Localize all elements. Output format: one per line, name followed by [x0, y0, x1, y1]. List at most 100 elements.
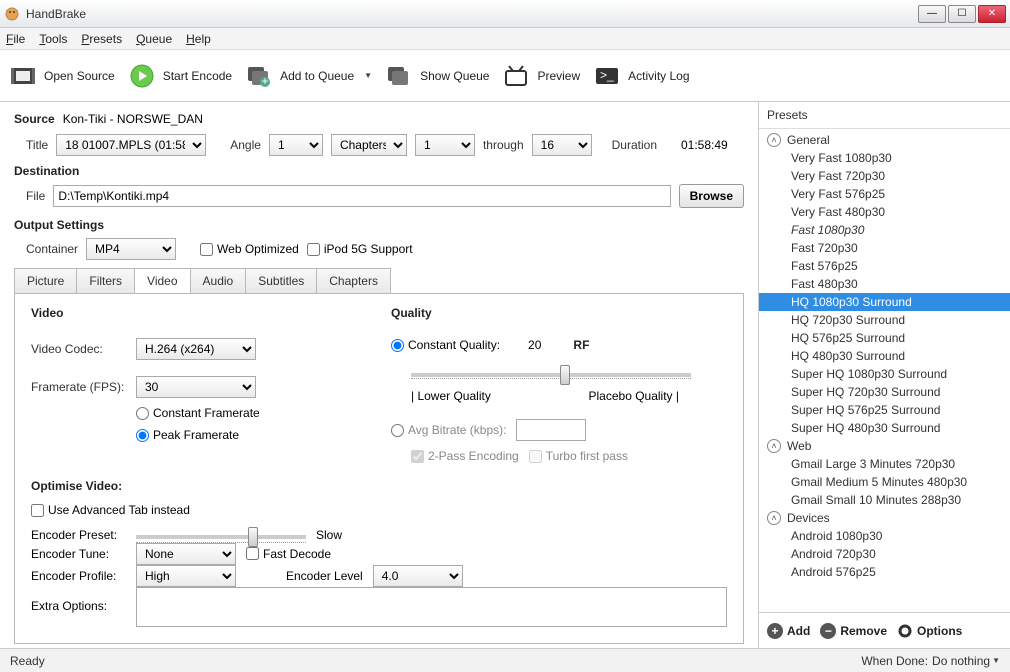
chapters-mode-select[interactable]: Chapters	[331, 134, 407, 156]
use-advanced-checkbox[interactable]: Use Advanced Tab instead	[31, 503, 190, 517]
avg-bitrate-radio[interactable]: Avg Bitrate (kbps):	[391, 423, 506, 437]
preset-item[interactable]: HQ 1080p30 Surround	[759, 293, 1010, 311]
rf-label: RF	[573, 338, 589, 352]
preset-item[interactable]: Very Fast 720p30	[759, 167, 1010, 185]
video-codec-select[interactable]: H.264 (x264)	[136, 338, 256, 360]
app-icon	[4, 6, 20, 22]
play-icon	[129, 65, 155, 87]
constant-quality-radio[interactable]: Constant Quality:	[391, 338, 500, 352]
preset-item[interactable]: Android 576p25	[759, 563, 1010, 581]
queue-icon	[386, 65, 412, 87]
tab-subtitles[interactable]: Subtitles	[245, 268, 317, 293]
container-select[interactable]: MP4	[86, 238, 176, 260]
presets-panel: Presets ˄GeneralVery Fast 1080p30Very Fa…	[758, 102, 1010, 648]
ipod-checkbox[interactable]: iPod 5G Support	[307, 242, 413, 256]
preset-item[interactable]: Super HQ 576p25 Surround	[759, 401, 1010, 419]
chevron-down-icon[interactable]: ▼	[992, 656, 1000, 665]
preset-item[interactable]: Very Fast 1080p30	[759, 149, 1010, 167]
encoder-profile-label: Encoder Profile:	[31, 569, 126, 583]
minimize-button[interactable]: —	[918, 5, 946, 23]
preset-item[interactable]: HQ 720p30 Surround	[759, 311, 1010, 329]
activity-log-button[interactable]: >_ Activity Log	[594, 65, 689, 87]
peak-framerate-radio[interactable]: Peak Framerate	[136, 428, 239, 442]
film-icon	[10, 65, 36, 87]
encoder-preset-slider[interactable]	[136, 535, 306, 539]
web-optimized-checkbox[interactable]: Web Optimized	[200, 242, 299, 256]
browse-button[interactable]: Browse	[679, 184, 744, 208]
preset-item[interactable]: Fast 1080p30	[759, 221, 1010, 239]
menu-help[interactable]: Help	[186, 32, 211, 46]
preset-item[interactable]: Fast 480p30	[759, 275, 1010, 293]
open-source-button[interactable]: Open Source	[10, 65, 115, 87]
fast-decode-checkbox[interactable]: Fast Decode	[246, 547, 331, 561]
close-button[interactable]: ✕	[978, 5, 1006, 23]
encoder-profile-select[interactable]: High	[136, 565, 236, 587]
preset-options-button[interactable]: Options	[897, 623, 962, 639]
destination-input[interactable]	[53, 185, 670, 207]
tab-video[interactable]: Video	[134, 268, 190, 293]
when-done-label: When Done:	[861, 654, 928, 668]
chapter-to-select[interactable]: 16	[532, 134, 592, 156]
preset-item[interactable]: HQ 576p25 Surround	[759, 329, 1010, 347]
presets-list[interactable]: ˄GeneralVery Fast 1080p30Very Fast 720p3…	[759, 129, 1010, 612]
encoder-tune-label: Encoder Tune:	[31, 547, 126, 561]
preset-add-button[interactable]: +Add	[767, 623, 810, 639]
tab-chapters[interactable]: Chapters	[316, 268, 391, 293]
when-done-value[interactable]: Do nothing	[932, 654, 990, 668]
preset-group[interactable]: ˄Devices	[759, 509, 1010, 527]
tab-filters[interactable]: Filters	[76, 268, 135, 293]
tab-audio[interactable]: Audio	[190, 268, 247, 293]
tv-icon	[503, 65, 529, 87]
menu-tools[interactable]: Tools	[39, 32, 67, 46]
quality-slider[interactable]	[411, 373, 691, 377]
menu-file[interactable]: File	[6, 32, 25, 46]
video-header: Video	[31, 306, 351, 320]
constant-framerate-radio[interactable]: Constant Framerate	[136, 406, 260, 420]
preset-item[interactable]: Gmail Large 3 Minutes 720p30	[759, 455, 1010, 473]
preset-item[interactable]: Android 720p30	[759, 545, 1010, 563]
main-panel: Source Kon-Tiki - NORSWE_DAN Title 18 01…	[0, 102, 758, 648]
maximize-button[interactable]: ☐	[948, 5, 976, 23]
add-to-queue-label: Add to Queue	[280, 69, 354, 83]
chapter-from-select[interactable]: 1	[415, 134, 475, 156]
angle-select[interactable]: 1	[269, 134, 323, 156]
preset-item[interactable]: Gmail Medium 5 Minutes 480p30	[759, 473, 1010, 491]
preset-item[interactable]: Fast 576p25	[759, 257, 1010, 275]
gear-icon	[897, 623, 913, 639]
menu-queue[interactable]: Queue	[136, 32, 172, 46]
framerate-select[interactable]: 30	[136, 376, 256, 398]
preset-item[interactable]: HQ 480p30 Surround	[759, 347, 1010, 365]
menubar: File Tools Presets Queue Help	[0, 28, 1010, 50]
preset-item[interactable]: Android 1080p30	[759, 527, 1010, 545]
turbo-checkbox[interactable]: Turbo first pass	[529, 449, 628, 463]
two-pass-checkbox[interactable]: 2-Pass Encoding	[411, 449, 519, 463]
start-encode-button[interactable]: Start Encode	[129, 65, 232, 87]
through-label: through	[483, 138, 524, 152]
preset-remove-button[interactable]: −Remove	[820, 623, 887, 639]
preset-item[interactable]: Very Fast 480p30	[759, 203, 1010, 221]
statusbar: Ready When Done: Do nothing ▼	[0, 648, 1010, 672]
preset-item[interactable]: Very Fast 576p25	[759, 185, 1010, 203]
duration-value: 01:58:49	[681, 138, 728, 152]
chevron-up-icon: ˄	[767, 439, 781, 453]
title-select[interactable]: 18 01007.MPLS (01:58:48)	[56, 134, 206, 156]
preset-item[interactable]: Super HQ 1080p30 Surround	[759, 365, 1010, 383]
show-queue-button[interactable]: Show Queue	[386, 65, 489, 87]
encoder-level-select[interactable]: 4.0	[373, 565, 463, 587]
start-encode-label: Start Encode	[163, 69, 232, 83]
preset-item[interactable]: Super HQ 480p30 Surround	[759, 419, 1010, 437]
preset-group[interactable]: ˄General	[759, 131, 1010, 149]
preset-item[interactable]: Gmail Small 10 Minutes 288p30	[759, 491, 1010, 509]
preview-button[interactable]: Preview	[503, 65, 580, 87]
avg-bitrate-input[interactable]	[516, 419, 586, 441]
preset-item[interactable]: Super HQ 720p30 Surround	[759, 383, 1010, 401]
svg-text:>_: >_	[600, 68, 614, 82]
menu-presets[interactable]: Presets	[81, 32, 122, 46]
preset-item[interactable]: Fast 720p30	[759, 239, 1010, 257]
chevron-up-icon: ˄	[767, 133, 781, 147]
extra-options-input[interactable]	[136, 587, 727, 627]
tab-picture[interactable]: Picture	[14, 268, 77, 293]
add-to-queue-button[interactable]: + Add to Queue ▼	[246, 65, 372, 87]
preset-group[interactable]: ˄Web	[759, 437, 1010, 455]
duration-label: Duration	[612, 138, 657, 152]
